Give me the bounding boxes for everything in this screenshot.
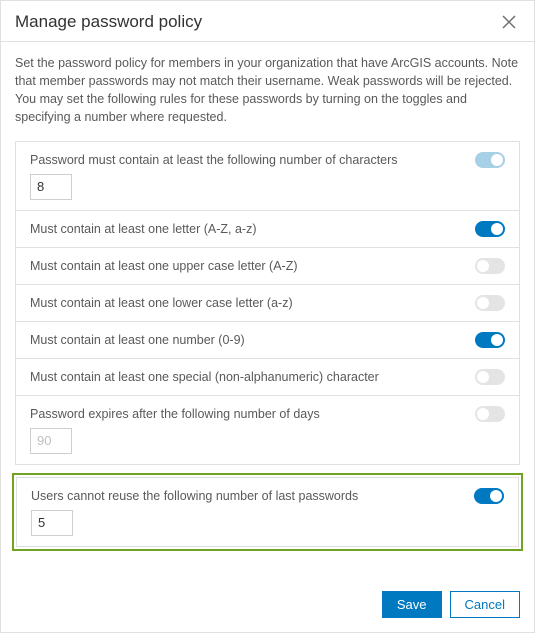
rule-expiry: Password expires after the following num… xyxy=(16,396,519,464)
rule-toggle[interactable] xyxy=(475,258,505,274)
rule-label: Must contain at least one upper case let… xyxy=(30,259,465,273)
rule-number: Must contain at least one number (0-9) xyxy=(16,322,519,359)
save-button[interactable]: Save xyxy=(382,591,442,618)
rule-toggle[interactable] xyxy=(475,152,505,168)
rule-label: Must contain at least one letter (A-Z, a… xyxy=(30,222,465,236)
rule-label: Must contain at least one number (0-9) xyxy=(30,333,465,347)
expiry-days-input xyxy=(30,428,72,454)
dialog-header: Manage password policy xyxy=(1,1,534,42)
min-length-input[interactable] xyxy=(30,174,72,200)
cancel-button[interactable]: Cancel xyxy=(450,591,520,618)
close-icon xyxy=(502,15,516,29)
reuse-count-input[interactable] xyxy=(31,510,73,536)
rule-letter: Must contain at least one letter (A-Z, a… xyxy=(16,211,519,248)
rule-toggle[interactable] xyxy=(475,406,505,422)
rule-toggle[interactable] xyxy=(475,295,505,311)
rule-label: Must contain at least one lower case let… xyxy=(30,296,465,310)
rule-label: Must contain at least one special (non-a… xyxy=(30,370,465,384)
rule-toggle[interactable] xyxy=(475,221,505,237)
rule-reuse: Users cannot reuse the following number … xyxy=(16,477,519,547)
rule-toggle[interactable] xyxy=(475,369,505,385)
close-button[interactable] xyxy=(498,11,520,33)
dialog-title: Manage password policy xyxy=(15,12,202,32)
rule-min-length: Password must contain at least the follo… xyxy=(16,142,519,211)
password-policy-dialog: Manage password policy Set the password … xyxy=(0,0,535,633)
dialog-footer: Save Cancel xyxy=(1,579,534,632)
rule-uppercase: Must contain at least one upper case let… xyxy=(16,248,519,285)
rule-label: Password must contain at least the follo… xyxy=(30,153,465,167)
rule-label: Password expires after the following num… xyxy=(30,407,465,421)
rule-special-char: Must contain at least one special (non-a… xyxy=(16,359,519,396)
highlighted-rule-box: Users cannot reuse the following number … xyxy=(12,473,523,551)
intro-text: Set the password policy for members in y… xyxy=(1,42,534,141)
rule-lowercase: Must contain at least one lower case let… xyxy=(16,285,519,322)
rule-label: Users cannot reuse the following number … xyxy=(31,489,464,503)
rule-toggle[interactable] xyxy=(474,488,504,504)
rules-list: Password must contain at least the follo… xyxy=(15,141,520,465)
rule-toggle[interactable] xyxy=(475,332,505,348)
